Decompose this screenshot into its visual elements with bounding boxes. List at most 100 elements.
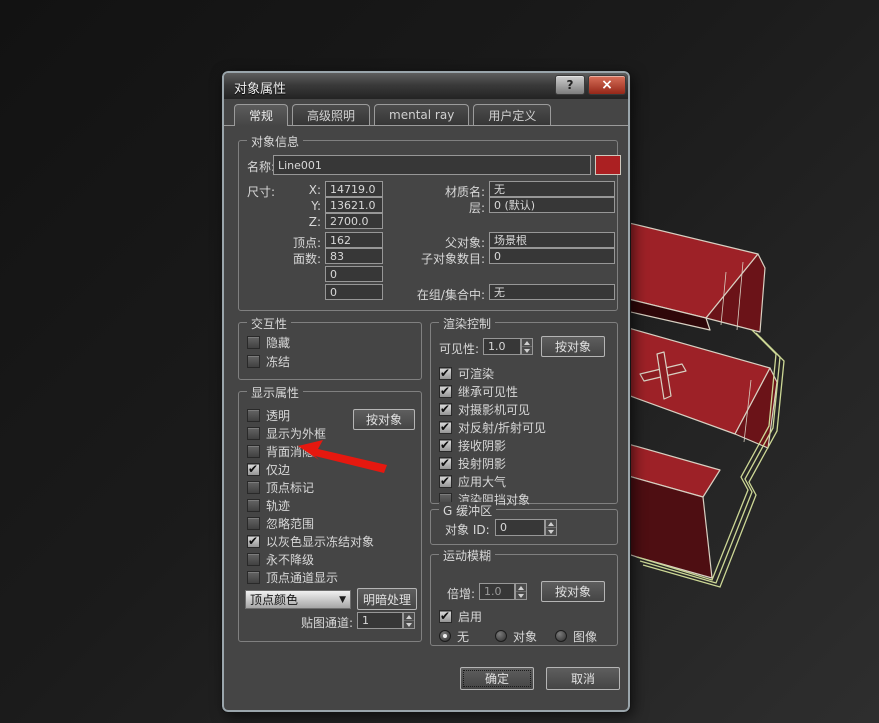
- multiplier-input[interactable]: 1.0: [479, 583, 515, 600]
- tab-general[interactable]: 常规: [234, 104, 288, 126]
- spinner-up-icon[interactable]: [404, 613, 414, 620]
- checkbox-freeze[interactable]: [247, 355, 260, 368]
- y-label: Y:: [295, 199, 321, 213]
- cancel-button[interactable]: 取消: [546, 667, 620, 690]
- checkbox-receive-shadows[interactable]: [439, 439, 452, 452]
- radio-image[interactable]: [555, 630, 567, 642]
- x-value: 14719.0: [325, 181, 383, 197]
- name-input[interactable]: Line001: [273, 155, 591, 175]
- spinner-up-icon[interactable]: [546, 520, 556, 527]
- checkbox-display-as-box[interactable]: [247, 427, 260, 440]
- multiplier-label: 倍增:: [447, 585, 475, 602]
- checkbox-ignore-extents[interactable]: [247, 517, 260, 530]
- z-label: Z:: [295, 215, 321, 229]
- tab-bar: 常规 高级照明 mental ray 用户定义: [234, 104, 551, 126]
- checkbox-vertex-channel-display[interactable]: [247, 571, 260, 584]
- checkbox-label: 隐藏: [266, 334, 290, 351]
- checkbox-label: 对反射/折射可见: [458, 419, 546, 436]
- object-id-input[interactable]: 0: [495, 519, 545, 536]
- group-title: 对象信息: [247, 133, 303, 150]
- spinner-down-icon[interactable]: [546, 527, 556, 535]
- tab-user-defined[interactable]: 用户定义: [473, 104, 551, 125]
- radio-object[interactable]: [495, 630, 507, 642]
- object-id-spinner[interactable]: [545, 519, 557, 536]
- radio-label: 对象: [513, 628, 537, 645]
- layer-label: 层:: [399, 199, 485, 216]
- checkbox-visible-to-reflection[interactable]: [439, 421, 452, 434]
- object-properties-dialog: 对象属性 ? × 常规 高级照明 mental ray 用户定义 对象信息 名称…: [222, 71, 630, 712]
- shaded-button[interactable]: 明暗处理: [357, 588, 417, 610]
- group-g-buffer: G 缓冲区 对象 ID: 0: [430, 509, 618, 545]
- object-color-swatch[interactable]: [595, 155, 621, 175]
- render-by-object-button[interactable]: 按对象: [541, 336, 605, 357]
- parent-label: 父对象:: [399, 234, 485, 251]
- spinner-down-icon[interactable]: [522, 346, 532, 354]
- checkbox-show-frozen-gray[interactable]: [247, 535, 260, 548]
- checkbox-apply-atmospherics[interactable]: [439, 475, 452, 488]
- checkbox-label: 轨迹: [266, 497, 290, 514]
- group-interactivity: 交互性 隐藏 冻结: [238, 322, 422, 380]
- radio-none[interactable]: [439, 630, 451, 642]
- visibility-label: 可见性:: [439, 340, 479, 357]
- checkbox-hide[interactable]: [247, 336, 260, 349]
- viewport-3d-geometry: [598, 190, 879, 640]
- display-by-object-button[interactable]: 按对象: [353, 409, 415, 430]
- help-icon[interactable]: ?: [555, 75, 585, 95]
- checkbox-renderable[interactable]: [439, 367, 452, 380]
- checkbox-never-degrade[interactable]: [247, 553, 260, 566]
- visibility-input[interactable]: 1.0: [483, 338, 521, 355]
- spinner-down-icon[interactable]: [404, 620, 414, 628]
- group-title: 交互性: [247, 315, 291, 332]
- material-label: 材质名:: [399, 183, 485, 200]
- checkbox-label: 透明: [266, 407, 290, 424]
- checkbox-label: 永不降级: [266, 551, 314, 568]
- vertices-label: 顶点:: [279, 234, 321, 251]
- spinner-up-icon[interactable]: [522, 339, 532, 346]
- checkbox-label: 顶点标记: [266, 479, 314, 496]
- faces-value: 83: [325, 248, 383, 264]
- checkbox-motion-blur-enabled[interactable]: [439, 610, 452, 623]
- checkbox-vertex-ticks[interactable]: [247, 481, 260, 494]
- radio-label: 无: [457, 628, 469, 645]
- material-value: 无: [489, 181, 615, 197]
- tab-mental-ray[interactable]: mental ray: [374, 104, 469, 125]
- tab-advanced-lighting[interactable]: 高级照明: [292, 104, 370, 125]
- object-id-label: 对象 ID:: [445, 521, 490, 538]
- map-channel-input[interactable]: 1: [357, 612, 403, 629]
- checkbox-visible-to-camera[interactable]: [439, 403, 452, 416]
- checkbox-cast-shadows[interactable]: [439, 457, 452, 470]
- checkbox-trajectory[interactable]: [247, 499, 260, 512]
- close-icon[interactable]: ×: [588, 75, 626, 95]
- dialog-title: 对象属性: [234, 78, 286, 97]
- visibility-spinner[interactable]: [521, 338, 533, 355]
- ok-button[interactable]: 确定: [460, 667, 534, 690]
- checkbox-label: 顶点通道显示: [266, 569, 338, 586]
- annotation-arrow: [296, 440, 390, 476]
- checkbox-label: 启用: [458, 608, 482, 625]
- checkbox-label: 投射阴影: [458, 455, 506, 472]
- layer-value: 0 (默认): [489, 197, 615, 213]
- checkbox-backface-cull[interactable]: [247, 445, 260, 458]
- vertex-channel-select[interactable]: 顶点颜色 ▼: [245, 590, 351, 609]
- checkbox-label: 显示为外框: [266, 425, 326, 442]
- group-object-info: 对象信息 名称: Line001 尺寸: X: 14719.0 Y: 13621…: [238, 140, 618, 311]
- checkbox-label: 应用大气: [458, 473, 506, 490]
- y-value: 13621.0: [325, 197, 383, 213]
- checkbox-inherit-visibility[interactable]: [439, 385, 452, 398]
- map-channel-label: 贴图通道:: [269, 614, 353, 631]
- dialog-titlebar[interactable]: 对象属性 ? ×: [224, 73, 628, 99]
- checkbox-edges-only[interactable]: [247, 463, 260, 476]
- checkbox-label: 忽略范围: [266, 515, 314, 532]
- multiplier-spinner[interactable]: [515, 583, 527, 600]
- group-rendering-control: 渲染控制 可见性: 1.0 按对象 可渲染 继承可见性 对摄影机可见 对反射/折…: [430, 322, 618, 504]
- spinner-up-icon[interactable]: [516, 584, 526, 591]
- faces-label: 面数:: [279, 250, 321, 267]
- children-value: 0: [489, 248, 615, 264]
- spinner-down-icon[interactable]: [516, 591, 526, 599]
- group-motion-blur: 运动模糊 倍增: 1.0 按对象 启用 无 对象 图像: [430, 554, 618, 646]
- x-label: X:: [295, 183, 321, 197]
- checkbox-see-through[interactable]: [247, 409, 260, 422]
- map-channel-spinner[interactable]: [403, 612, 415, 629]
- motion-blur-by-object-button[interactable]: 按对象: [541, 581, 605, 602]
- combo-value: 顶点颜色: [250, 591, 298, 608]
